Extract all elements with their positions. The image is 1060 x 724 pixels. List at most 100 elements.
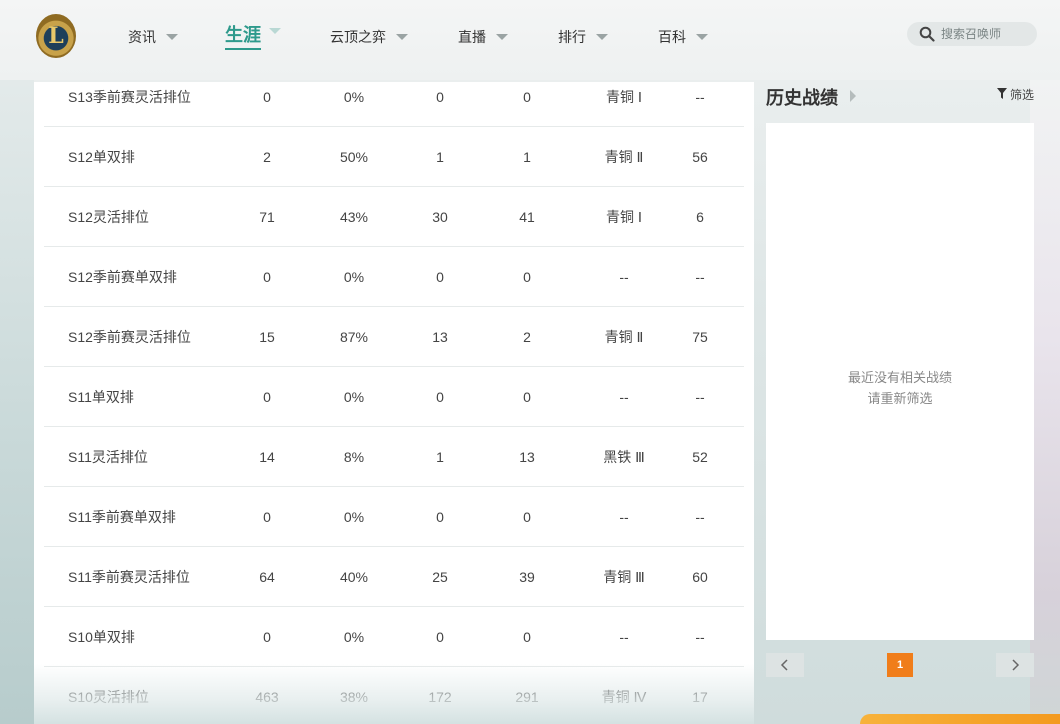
cell-season-name: S10灵活排位: [68, 689, 149, 705]
cell-losses: 13: [519, 449, 535, 465]
page-number-current[interactable]: 1: [887, 653, 913, 677]
cell-win-rate: 87%: [339, 329, 369, 345]
cell-league-points: 52: [692, 449, 708, 465]
cell-season-name: S12灵活排位: [68, 209, 149, 225]
empty-state: 最近没有相关战绩 请重新筛选: [766, 367, 1034, 409]
cell-wins: 0: [436, 509, 444, 525]
cell-games-played: 15: [259, 329, 275, 345]
table-row: S12灵活排位 71 43% 30 41 青铜 Ⅰ 6: [44, 187, 744, 247]
lol-logo[interactable]: L: [36, 14, 76, 58]
table-row: S12季前赛灵活排位 15 87% 13 2 青铜 Ⅱ 75: [44, 307, 744, 367]
cell-wins: 30: [432, 209, 448, 225]
cell-rank-tier: 青铜 Ⅲ: [603, 569, 645, 585]
cell-games-played: 0: [263, 389, 271, 405]
cell-season-name: S12季前赛单双排: [68, 269, 177, 285]
nav-item-ranking[interactable]: 排行: [558, 26, 608, 48]
caret-down-icon: [166, 34, 178, 40]
history-title[interactable]: 历史战绩: [766, 84, 838, 110]
cell-games-played: 14: [259, 449, 275, 465]
cell-rank-tier: --: [619, 509, 629, 525]
cell-games-played: 0: [263, 629, 271, 645]
cell-rank-tier: --: [619, 389, 629, 405]
cell-losses: 41: [519, 209, 535, 225]
nav-item-news[interactable]: 资讯: [128, 26, 178, 48]
cell-win-rate: 0%: [343, 389, 365, 405]
table-row: S10灵活排位 463 38% 172 291 青铜 Ⅳ 17: [44, 667, 744, 724]
table-row: S11灵活排位 14 8% 1 13 黑铁 Ⅲ 52: [44, 427, 744, 487]
next-page-button[interactable]: [996, 653, 1034, 677]
cell-win-rate: 0%: [343, 269, 365, 285]
cell-losses: 0: [523, 89, 531, 105]
background-bottom-accent: [860, 714, 1060, 724]
history-header: 历史战绩 筛选: [766, 84, 1036, 110]
cell-wins: 0: [436, 269, 444, 285]
cell-wins: 25: [432, 569, 448, 585]
cell-win-rate: 43%: [339, 209, 369, 225]
nav-item-wiki[interactable]: 百科: [658, 26, 708, 48]
cell-league-points: 75: [692, 329, 708, 345]
cell-season-name: S11单双排: [68, 389, 134, 405]
cell-wins: 0: [436, 89, 444, 105]
cell-games-played: 0: [263, 509, 271, 525]
nav-item-career[interactable]: 生涯: [225, 24, 281, 50]
table-row: S11季前赛单双排 0 0% 0 0 -- --: [44, 487, 744, 547]
caret-down-icon: [396, 34, 408, 40]
cell-wins: 0: [436, 389, 444, 405]
nav-item-live[interactable]: 直播: [458, 26, 508, 48]
cell-win-rate: 0%: [343, 89, 365, 105]
cell-win-rate: 0%: [343, 509, 365, 525]
cell-league-points: --: [695, 269, 705, 285]
chevron-right-icon: [1012, 659, 1020, 671]
cell-rank-tier: 青铜 Ⅱ: [604, 149, 644, 165]
cell-rank-tier: 青铜 Ⅳ: [601, 689, 647, 705]
cell-league-points: --: [695, 89, 705, 105]
top-nav: L 资讯 生涯 云顶之弈 直播 排行 百科: [0, 0, 1060, 80]
cell-rank-tier: 青铜 Ⅰ: [605, 89, 643, 105]
cell-season-name: S11季前赛单双排: [68, 509, 176, 525]
empty-state-line2: 请重新筛选: [867, 391, 933, 406]
history-list: 最近没有相关战绩 请重新筛选: [766, 123, 1034, 640]
cell-games-played: 71: [259, 209, 275, 225]
cell-losses: 0: [523, 629, 531, 645]
search-icon[interactable]: [919, 26, 935, 42]
cell-win-rate: 0%: [343, 629, 365, 645]
filter-button[interactable]: 筛选: [996, 86, 1034, 103]
nav-item-tft[interactable]: 云顶之弈: [330, 26, 408, 48]
cell-win-rate: 40%: [339, 569, 369, 585]
ranked-table: S13季前赛灵活排位 0 0% 0 0 青铜 Ⅰ -- S12单双排 2 50% 1 1 青铜 Ⅱ 56 S…: [34, 82, 754, 724]
cell-season-name: S11灵活排位: [68, 449, 148, 465]
logo-letter: L: [48, 23, 64, 49]
caret-down-icon: [496, 34, 508, 40]
cell-win-rate: 38%: [339, 689, 369, 705]
cell-wins: 1: [436, 149, 444, 165]
cell-league-points: 17: [692, 689, 708, 705]
cell-losses: 291: [515, 689, 539, 705]
cell-rank-tier: --: [619, 269, 629, 285]
caret-down-icon: [596, 34, 608, 40]
nav-item-label: 排行: [558, 30, 586, 46]
filter-icon: [996, 87, 1007, 102]
background-left: [0, 0, 34, 724]
cell-games-played: 2: [263, 149, 271, 165]
nav-item-label: 直播: [458, 30, 486, 46]
nav-item-label: 云顶之弈: [330, 30, 386, 46]
cell-rank-tier: 黑铁 Ⅲ: [603, 449, 645, 465]
caret-right-icon[interactable]: [850, 90, 856, 102]
table-row: S13季前赛灵活排位 0 0% 0 0 青铜 Ⅰ --: [44, 82, 744, 127]
cell-league-points: --: [695, 389, 705, 405]
search-input[interactable]: [941, 27, 1033, 41]
cell-losses: 0: [523, 389, 531, 405]
table-row: S11单双排 0 0% 0 0 -- --: [44, 367, 744, 427]
table-row: S12季前赛单双排 0 0% 0 0 -- --: [44, 247, 744, 307]
cell-games-played: 64: [259, 569, 275, 585]
table-row: S12单双排 2 50% 1 1 青铜 Ⅱ 56: [44, 127, 744, 187]
cell-losses: 0: [523, 509, 531, 525]
cell-wins: 1: [436, 449, 444, 465]
cell-wins: 172: [428, 689, 452, 705]
cell-league-points: --: [695, 629, 705, 645]
cell-games-played: 463: [255, 689, 279, 705]
summoner-search[interactable]: [907, 22, 1037, 46]
prev-page-button[interactable]: [766, 653, 804, 677]
cell-season-name: S12单双排: [68, 149, 135, 165]
cell-season-name: S12季前赛灵活排位: [68, 329, 191, 345]
